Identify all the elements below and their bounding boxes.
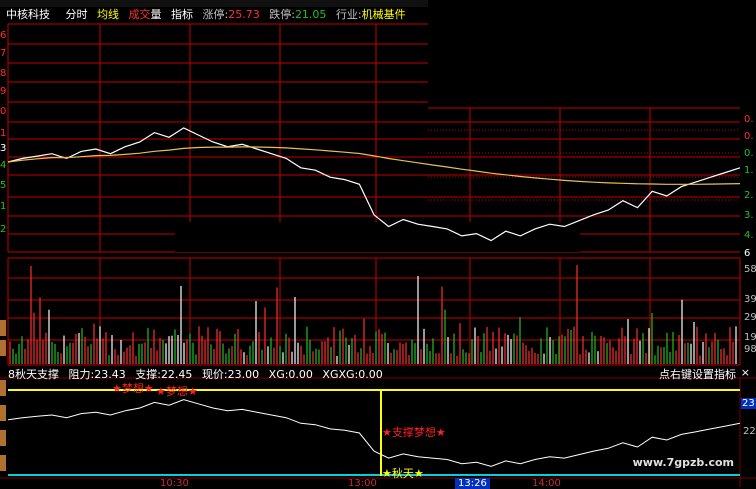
xg-label: XG:	[268, 368, 289, 381]
annotation-dream-a: ★梦想★	[112, 382, 154, 395]
industry-label: 行业:	[335, 8, 362, 21]
indicator-line	[7, 399, 741, 467]
time-label-1030: 10:30	[160, 478, 189, 489]
left-tab-6[interactable]	[0, 455, 6, 471]
overlay-gap	[175, 222, 580, 252]
left-tab-2[interactable]	[0, 340, 6, 356]
limit-up-label: 涨停:	[202, 8, 229, 21]
left-axis-label: 2	[0, 224, 7, 235]
left-tab-1[interactable]	[0, 320, 6, 336]
right-axis-volume-label: 98	[744, 344, 756, 355]
left-axis-label: 4	[0, 160, 7, 171]
chart-stage: 中核科技 分时 均线 成交量 指标 涨停:25.73 跌停:21.05 行业:机…	[0, 0, 756, 489]
time-label-1300: 13:00	[348, 478, 377, 489]
right-axis-price-label: 0.	[744, 114, 754, 125]
limit-down-label: 跌停:	[269, 8, 295, 21]
limit-up-value: 25.73	[228, 8, 260, 21]
resistance-label: 阻力:	[68, 368, 95, 381]
blank-area	[428, 0, 756, 108]
close-icon[interactable]: ×	[741, 366, 750, 379]
right-axis-price-label: 6	[744, 248, 751, 259]
tab-volume-a: 成交	[128, 8, 151, 21]
indicator-header: 8秋天支撑 阻力:23.43 支撑:22.45 现价:23.00 XG:0.00…	[8, 366, 389, 382]
left-tab-3[interactable]	[0, 380, 6, 396]
indicator-scale-mid: 22	[743, 426, 756, 437]
tab-volume[interactable]: 成交量	[129, 8, 168, 21]
time-cursor-label: 13:26	[455, 478, 490, 489]
right-axis-volume-label: 29	[744, 312, 756, 323]
industry-value: 机械基件	[361, 8, 406, 21]
left-axis-label: 1	[0, 128, 7, 139]
volume-bars	[9, 264, 737, 364]
average-line	[7, 146, 741, 185]
left-tab-4[interactable]	[0, 405, 6, 421]
indicator-settings-hint[interactable]: 点右键设置指标	[659, 366, 736, 382]
time-label-1400: 14:00	[532, 478, 561, 489]
right-axis-volume-label: 58	[744, 264, 756, 275]
xgxg-label: XGXG:	[322, 368, 359, 381]
left-tab-5[interactable]	[0, 430, 6, 446]
right-axis-price-label: 3.	[744, 210, 754, 221]
left-axis-label: 1	[0, 201, 7, 212]
tab-avg-line[interactable]: 均线	[97, 8, 119, 21]
right-axis-price-label: 0.	[744, 148, 754, 159]
annotation-dream-b: ★梦想★	[156, 385, 198, 398]
left-axis-label: 6	[0, 30, 7, 41]
limit-down-value: 21.05	[294, 8, 327, 21]
left-axis-label: 3	[0, 143, 7, 154]
right-axis-price-label: 0.	[744, 131, 754, 142]
line-layer	[7, 127, 741, 467]
left-axis-label: 7	[0, 48, 7, 59]
annotation-autumn: ★秋天★	[382, 467, 424, 480]
right-axis-volume-label: 39	[744, 294, 756, 305]
tab-volume-b: 量	[150, 8, 162, 21]
right-axis-price-label: 2.	[744, 190, 754, 201]
stock-name[interactable]: 中核科技	[6, 8, 50, 21]
tab-intraday[interactable]: 分时	[66, 8, 88, 21]
watermark: www.7gpzb.com	[632, 456, 734, 469]
left-axis-label: 8	[0, 68, 7, 79]
chart-canvas	[0, 0, 756, 487]
left-axis-label: 9	[0, 86, 7, 97]
xgxg-value: 0.00	[358, 368, 383, 381]
xg-value: 0.00	[288, 368, 313, 381]
right-axis-volume-label: 19	[744, 332, 756, 343]
indicator-scale-top: 23	[741, 398, 756, 409]
price-value: 23.00	[227, 368, 260, 381]
support-value: 22.45	[160, 368, 193, 381]
price-label: 现价:	[201, 368, 228, 381]
indicator-name[interactable]: 8秋天支撑	[8, 368, 59, 381]
right-axis-price-label: 4.	[744, 230, 754, 241]
tab-indicator[interactable]: 指标	[171, 8, 193, 21]
right-axis-price-label: 1.	[744, 165, 754, 176]
left-axis-label: 5	[0, 180, 7, 191]
annotation-support-dream: ★支撑梦想★	[382, 426, 446, 439]
left-axis-label: 0	[0, 106, 7, 117]
toolbar: 中核科技 分时 均线 成交量 指标 涨停:25.73 跌停:21.05 行业:机…	[6, 6, 412, 22]
